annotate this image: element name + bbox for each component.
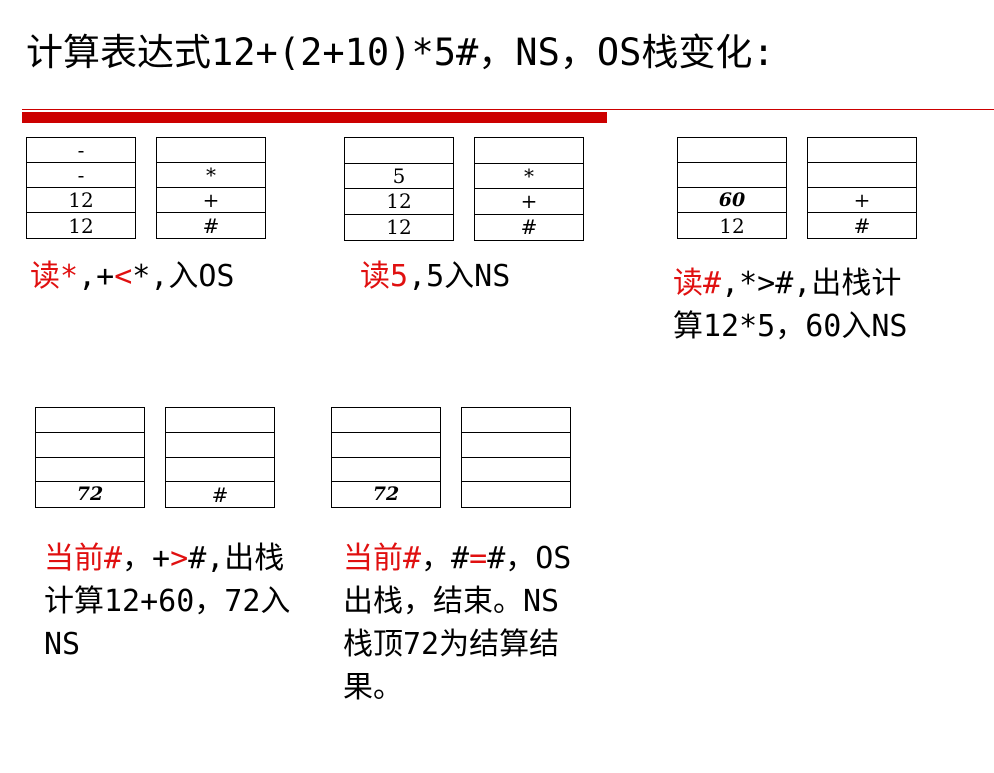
step2-caption-highlight: 读5 <box>360 259 409 294</box>
ns-stack-step1: - - 12 12 <box>26 137 136 239</box>
ns-stack-step2-cell: 5 <box>345 164 453 189</box>
os-stack-step4-cell: # <box>211 482 229 507</box>
step1-caption-text: ,+ <box>78 259 115 294</box>
ns-stack-step2-cell <box>345 138 453 164</box>
ns-stack-step3-cell: 60 <box>678 188 786 213</box>
ns-stack-step1-cell: 12 <box>68 213 94 238</box>
ns-stack-step1-cell: - <box>27 138 135 163</box>
step1-caption-text-end: *,入OS <box>132 259 235 294</box>
os-stack-step1-cell: # <box>202 213 220 238</box>
os-stack-step4: # <box>165 407 275 508</box>
os-stack-step3-cell: + <box>808 188 916 213</box>
ns-stack-step5-cell <box>332 433 440 458</box>
ns-stack-step4-cell <box>36 408 144 433</box>
os-stack-step2-cell: # <box>520 215 538 240</box>
step1-caption-operator: < <box>114 259 133 294</box>
ns-stack-step3-cell <box>678 138 786 163</box>
step5-caption-operator: = <box>469 541 488 576</box>
ns-stack-step2-cell: 12 <box>386 215 412 240</box>
os-stack-step3: + # <box>807 137 917 239</box>
ns-stack-step4-cell: 72 <box>76 483 104 506</box>
os-stack-step2-cell: + <box>475 189 583 215</box>
ns-stack-step5-cell <box>332 458 440 483</box>
step1-caption-highlight: 读* <box>30 259 79 294</box>
os-stack-step2-cell: * <box>475 164 583 189</box>
ns-stack-step5: 72 <box>331 407 441 508</box>
step2-caption-text: ,5入NS <box>408 259 511 294</box>
ns-stack-step4-cell <box>36 458 144 483</box>
os-stack-step3-cell <box>808 138 916 163</box>
os-stack-step4-cell <box>166 458 274 483</box>
ns-stack-step5-cell <box>332 408 440 433</box>
os-stack-step2: * + # <box>474 137 584 241</box>
header-rule-thick <box>22 112 607 123</box>
ns-stack-step4-cell <box>36 433 144 458</box>
step1-caption: 读*,+<*,入OS <box>30 255 330 298</box>
header-rule-thin <box>22 109 994 110</box>
os-stack-step5 <box>461 407 571 508</box>
page-title: 计算表达式12+(2+10)*5#，NS，OS栈变化: <box>26 31 775 74</box>
ns-stack-step1-cell: - <box>27 163 135 188</box>
ns-stack-step3: 60 12 <box>677 137 787 239</box>
step3-caption: 读#,*>#,出栈计算12*5，60入NS <box>673 262 913 348</box>
os-stack-step3-cell <box>808 163 916 188</box>
step4-caption: 当前#，+>#,出栈计算12+60，72入NS <box>44 537 294 666</box>
ns-stack-step5-cell: 72 <box>372 483 400 506</box>
os-stack-step2-cell <box>475 138 583 164</box>
step5-caption-highlight: 当前# <box>343 541 422 576</box>
os-stack-step1: * + # <box>156 137 266 239</box>
step5-caption-text: ，# <box>421 541 470 576</box>
ns-stack-step3-cell <box>678 163 786 188</box>
os-stack-step5-cell <box>462 482 570 507</box>
os-stack-step5-cell <box>462 433 570 458</box>
ns-stack-step2-cell: 12 <box>345 189 453 215</box>
os-stack-step1-cell <box>157 138 265 163</box>
os-stack-step4-cell <box>166 408 274 433</box>
step4-caption-highlight: 当前# <box>44 541 123 576</box>
step5-caption: 当前#，#=#，OS出栈，结束。NS栈顶72为结算结果。 <box>343 537 583 709</box>
step4-caption-text: ，+ <box>122 541 171 576</box>
os-stack-step1-cell: * <box>157 163 265 188</box>
os-stack-step5-cell <box>462 458 570 483</box>
step3-caption-highlight: 读# <box>673 266 722 301</box>
os-stack-step4-cell <box>166 433 274 458</box>
os-stack-step5-cell <box>462 408 570 433</box>
step2-caption: 读5,5入NS <box>360 255 620 298</box>
ns-stack-step4: 72 <box>35 407 145 508</box>
ns-stack-step2: 5 12 12 <box>344 137 454 241</box>
os-stack-step3-cell: # <box>853 213 871 238</box>
ns-stack-step3-cell: 12 <box>719 213 745 238</box>
step4-caption-operator: > <box>170 541 189 576</box>
ns-stack-step1-cell: 12 <box>27 188 135 213</box>
os-stack-step1-cell: + <box>157 188 265 213</box>
